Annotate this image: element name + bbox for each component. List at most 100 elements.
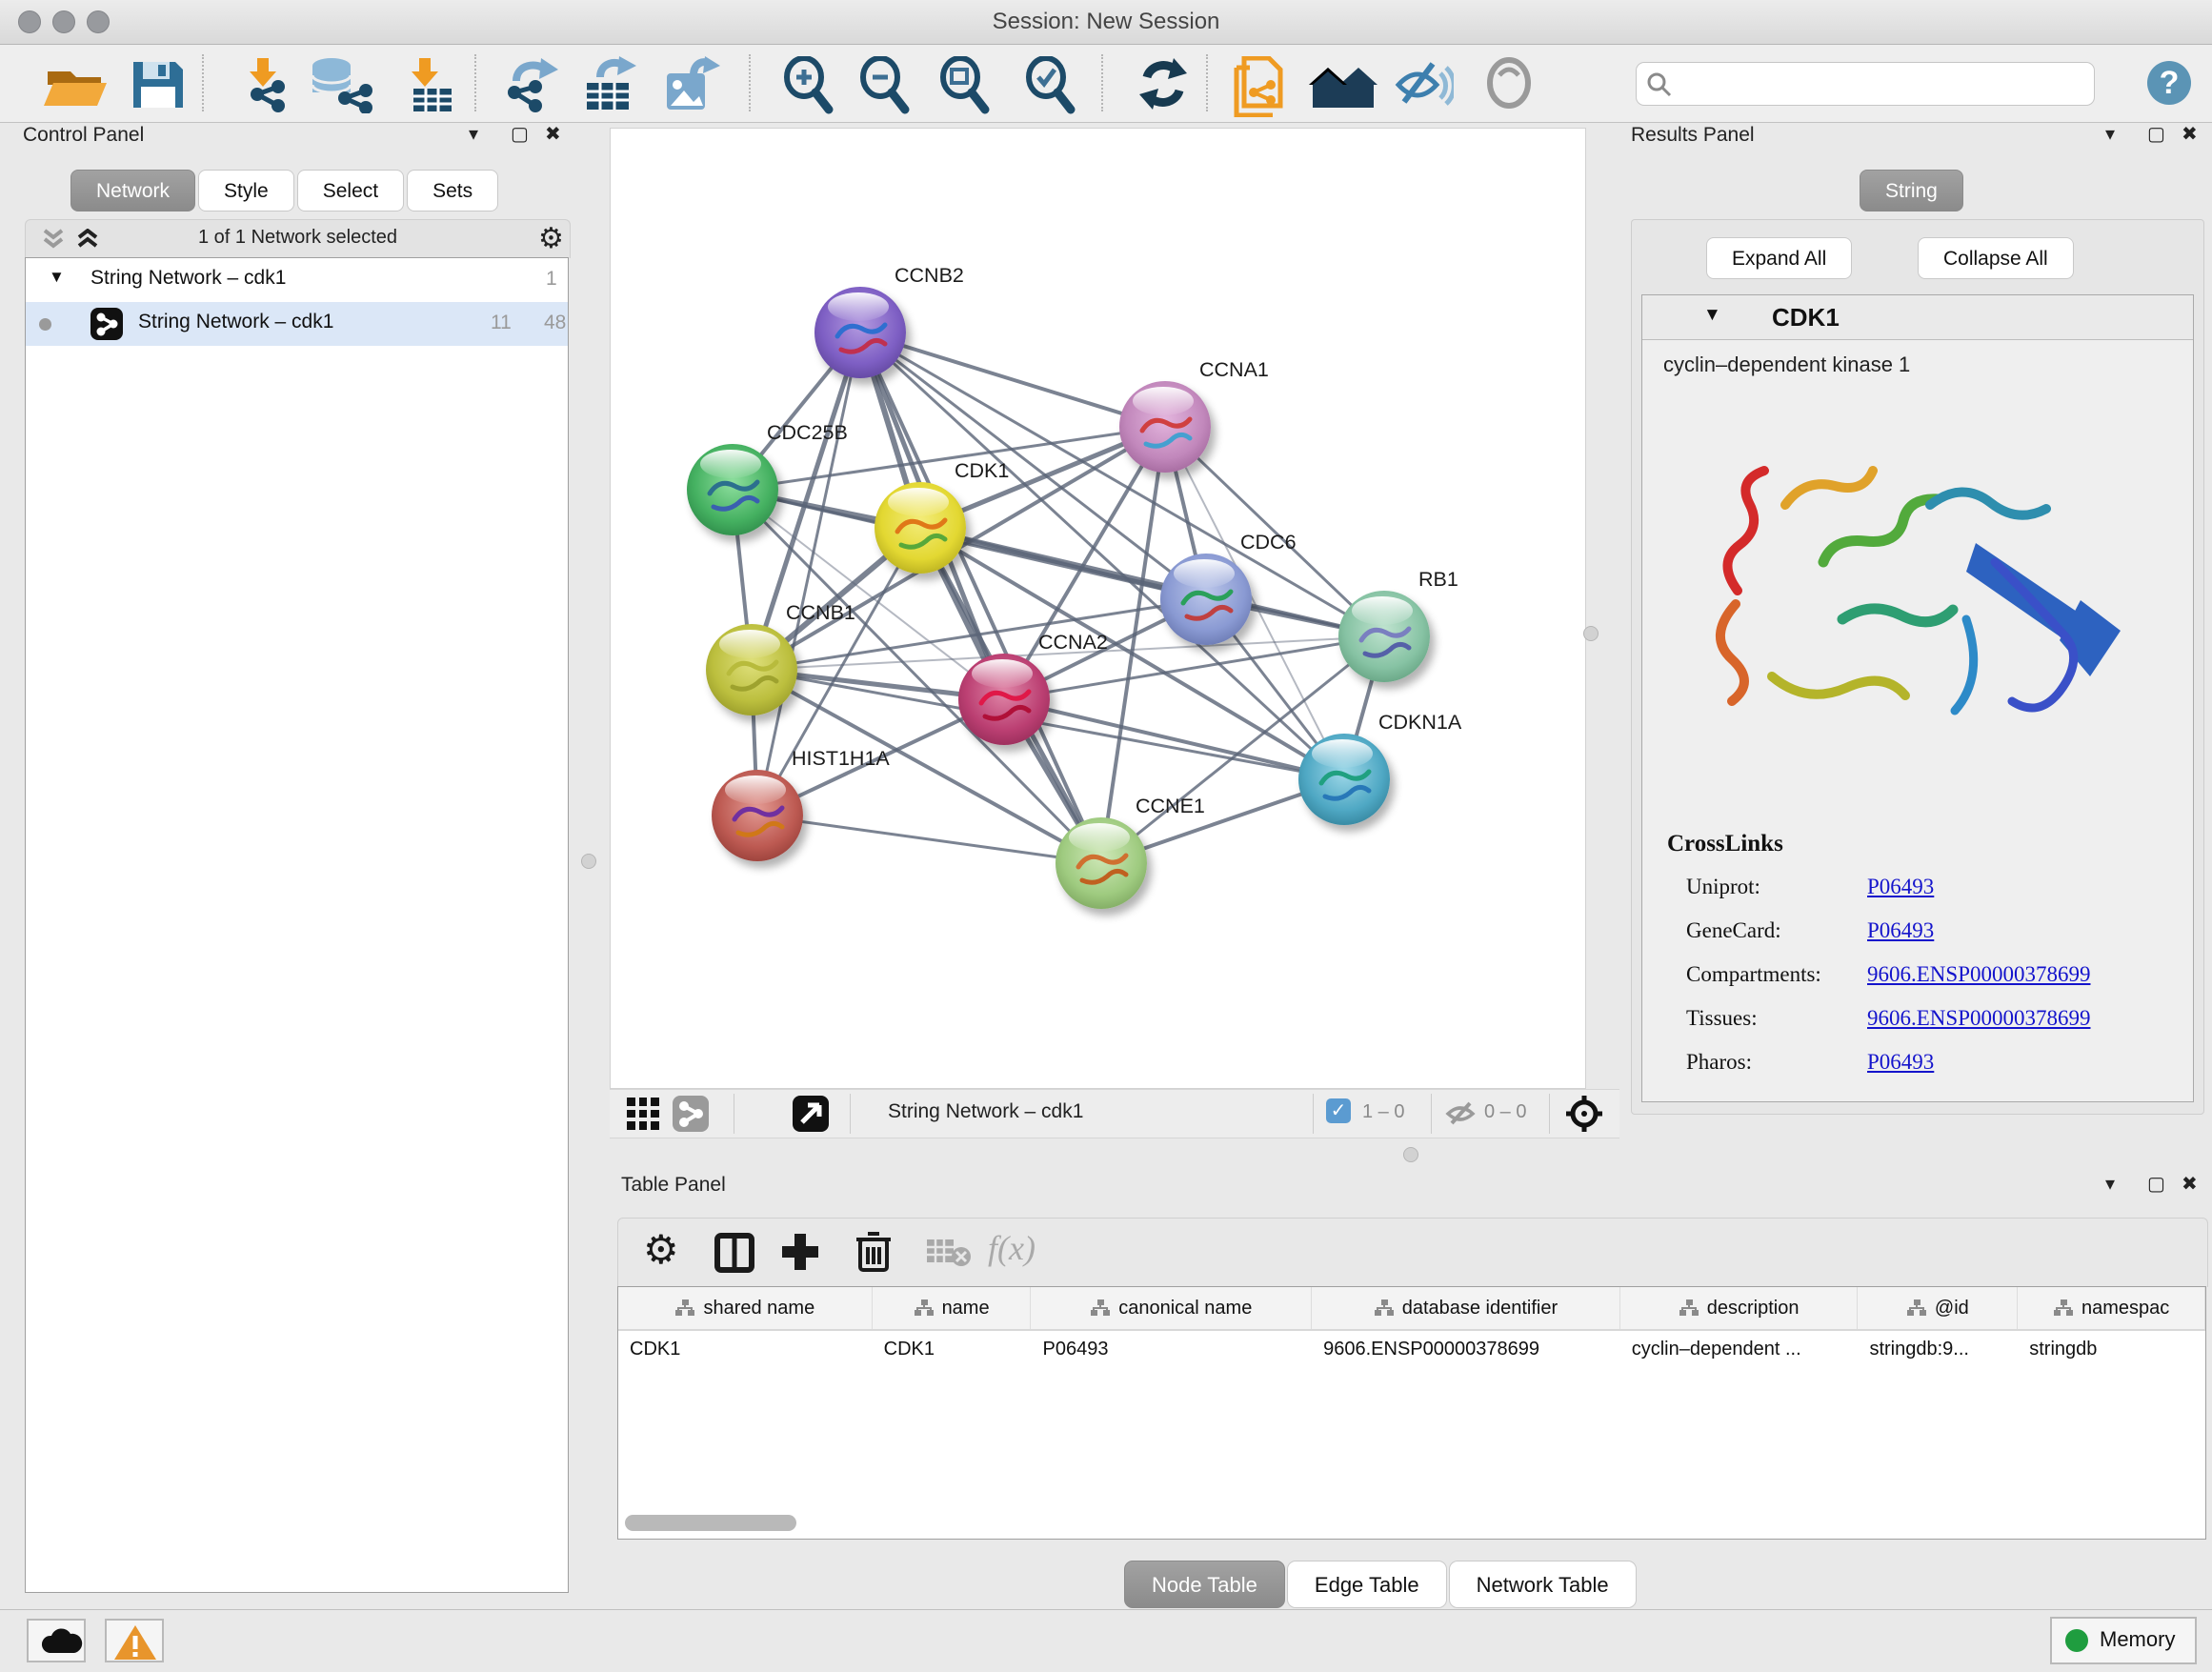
string-import-icon[interactable] xyxy=(1231,56,1290,117)
results-panel-float-icon[interactable]: ▢ xyxy=(2147,122,2165,146)
tab-string[interactable]: String xyxy=(1860,170,1963,212)
node-table[interactable]: shared namenamecanonical namedatabase id… xyxy=(617,1286,2206,1540)
table-cell[interactable]: CDK1 xyxy=(618,1331,873,1371)
network-node-CDC25B[interactable] xyxy=(687,444,778,535)
table-cell[interactable]: P06493 xyxy=(1031,1331,1312,1371)
collapse-gene-icon[interactable]: ▼ xyxy=(1703,305,1721,326)
network-node-HIST1H1A[interactable] xyxy=(712,770,803,861)
selected-checkbox-icon[interactable]: ✓ xyxy=(1326,1098,1351,1123)
network-node-CCNA2[interactable] xyxy=(958,654,1050,745)
tab-select[interactable]: Select xyxy=(297,170,404,212)
table-tabs: Node TableEdge TableNetwork Table xyxy=(1124,1561,1637,1608)
delete-table-icon[interactable] xyxy=(925,1236,973,1268)
table-panel-close-icon[interactable]: ✖ xyxy=(2182,1172,2198,1196)
column-header-canonical-name[interactable]: canonical name xyxy=(1031,1287,1312,1329)
control-panel-close-icon[interactable]: ✖ xyxy=(545,122,561,146)
network-tree-row[interactable]: ▼String Network – cdk11 xyxy=(26,258,568,302)
column-header--id[interactable]: @id xyxy=(1858,1287,2018,1329)
network-node-CDKN1A[interactable] xyxy=(1298,734,1390,825)
zoom-selected-icon[interactable] xyxy=(1021,56,1080,115)
control-panel-float-icon[interactable]: ▢ xyxy=(511,122,529,146)
table-cell[interactable]: stringdb xyxy=(2018,1331,2205,1371)
table-options-gear-icon[interactable]: ⚙ xyxy=(643,1226,679,1273)
refresh-icon[interactable] xyxy=(1136,56,1191,113)
hidden-eye-slash-icon[interactable] xyxy=(1444,1100,1478,1127)
network-node-CDC6[interactable] xyxy=(1160,554,1252,645)
column-header-name[interactable]: name xyxy=(873,1287,1032,1329)
zoom-fit-icon[interactable] xyxy=(935,56,995,115)
grid-view-icon[interactable] xyxy=(627,1098,659,1130)
export-table-icon[interactable] xyxy=(579,56,638,113)
show-columns-icon[interactable] xyxy=(714,1232,755,1274)
table-cell[interactable]: 9606.ENSP00000378699 xyxy=(1312,1331,1620,1371)
network-node-CCNE1[interactable] xyxy=(1056,817,1147,909)
network-node-RB1[interactable] xyxy=(1338,591,1430,682)
tab-edge-table[interactable]: Edge Table xyxy=(1287,1561,1447,1608)
export-network-icon[interactable] xyxy=(499,56,562,113)
crosslink-link[interactable]: 9606.ENSP00000378699 xyxy=(1867,962,2091,987)
help-button[interactable]: ? xyxy=(2147,61,2191,105)
import-network-from-database-icon[interactable] xyxy=(307,56,375,113)
results-panel-close-icon[interactable]: ✖ xyxy=(2182,122,2198,146)
import-network-icon[interactable] xyxy=(236,56,299,113)
import-table-icon[interactable] xyxy=(400,56,457,113)
table-cell[interactable]: CDK1 xyxy=(873,1331,1032,1371)
column-header-namespac[interactable]: namespac xyxy=(2018,1287,2205,1329)
add-column-icon[interactable] xyxy=(778,1230,822,1274)
table-row[interactable]: CDK1CDK1P064939606.ENSP00000378699cyclin… xyxy=(618,1331,2205,1371)
save-session-icon[interactable] xyxy=(130,56,187,111)
table-cell[interactable]: cyclin–dependent ... xyxy=(1620,1331,1859,1371)
zoom-out-icon[interactable] xyxy=(855,56,915,115)
gene-card-header[interactable]: ▼ CDK1 xyxy=(1642,295,2193,340)
crosslink-link[interactable]: P06493 xyxy=(1867,875,1934,899)
memory-button[interactable]: Memory xyxy=(2050,1617,2197,1664)
crosslink-link[interactable]: 9606.ENSP00000378699 xyxy=(1867,1006,2091,1031)
network-edge[interactable] xyxy=(757,332,860,816)
tab-sets[interactable]: Sets xyxy=(407,170,498,212)
right-splitter-handle[interactable] xyxy=(1583,626,1599,641)
left-splitter-handle[interactable] xyxy=(581,854,596,869)
export-image-icon[interactable] xyxy=(661,56,722,113)
tab-network-table[interactable]: Network Table xyxy=(1449,1561,1637,1608)
network-options-gear-icon[interactable]: ⚙ xyxy=(538,222,564,255)
table-panel-float-icon[interactable]: ▢ xyxy=(2147,1172,2165,1196)
warning-button[interactable] xyxy=(105,1619,164,1662)
control-panel-menu-icon[interactable]: ▾ xyxy=(469,122,478,146)
table-panel-menu-icon[interactable]: ▾ xyxy=(2105,1172,2115,1196)
hide-panel-eye-icon[interactable] xyxy=(1393,56,1454,111)
column-hierarchy-icon xyxy=(1906,1299,1927,1318)
collapse-all-button[interactable]: Collapse All xyxy=(1918,237,2074,279)
network-share-icon[interactable] xyxy=(673,1096,709,1132)
crosslink-link[interactable]: P06493 xyxy=(1867,918,1934,943)
network-node-CCNA1[interactable] xyxy=(1119,381,1211,473)
delete-column-icon[interactable] xyxy=(855,1228,893,1274)
function-builder-icon[interactable]: f(x) xyxy=(988,1228,1036,1268)
open-session-icon[interactable] xyxy=(42,56,109,111)
network-node-CCNB2[interactable] xyxy=(814,287,906,378)
results-panel-menu-icon[interactable]: ▾ xyxy=(2105,122,2115,146)
show-panel-eye-icon[interactable] xyxy=(1482,56,1539,111)
crosshair-icon[interactable] xyxy=(1564,1094,1604,1134)
column-header-description[interactable]: description xyxy=(1620,1287,1859,1329)
table-horizontal-scrollbar[interactable] xyxy=(625,1515,796,1531)
tree-collapse-icon[interactable]: ▼ xyxy=(49,268,65,287)
tab-network[interactable]: Network xyxy=(70,170,195,212)
horizontal-splitter-handle[interactable] xyxy=(1403,1147,1418,1162)
search-input[interactable] xyxy=(1636,62,2095,106)
tab-node-table[interactable]: Node Table xyxy=(1124,1561,1285,1608)
network-tree-row[interactable]: String Network – cdk11148 xyxy=(26,302,568,346)
crosslink-link[interactable]: P06493 xyxy=(1867,1050,1934,1075)
network-edge[interactable] xyxy=(757,816,1101,863)
network-canvas[interactable]: CCNB2CCNA1CDC25BCDK1CDC6RB1CCNB1CCNA2CDK… xyxy=(610,128,1586,1089)
zoom-in-icon[interactable] xyxy=(779,56,838,115)
expand-all-button[interactable]: Expand All xyxy=(1706,237,1852,279)
tab-style[interactable]: Style xyxy=(198,170,294,212)
home-icon[interactable] xyxy=(1307,56,1379,113)
column-header-database-identifier[interactable]: database identifier xyxy=(1312,1287,1620,1329)
table-cell[interactable]: stringdb:9... xyxy=(1858,1331,2018,1371)
network-node-CCNB1[interactable] xyxy=(706,624,797,715)
column-header-shared-name[interactable]: shared name xyxy=(618,1287,873,1329)
cloud-button[interactable] xyxy=(27,1619,86,1662)
network-node-CDK1[interactable] xyxy=(875,482,966,574)
birdseye-icon[interactable] xyxy=(793,1096,829,1132)
